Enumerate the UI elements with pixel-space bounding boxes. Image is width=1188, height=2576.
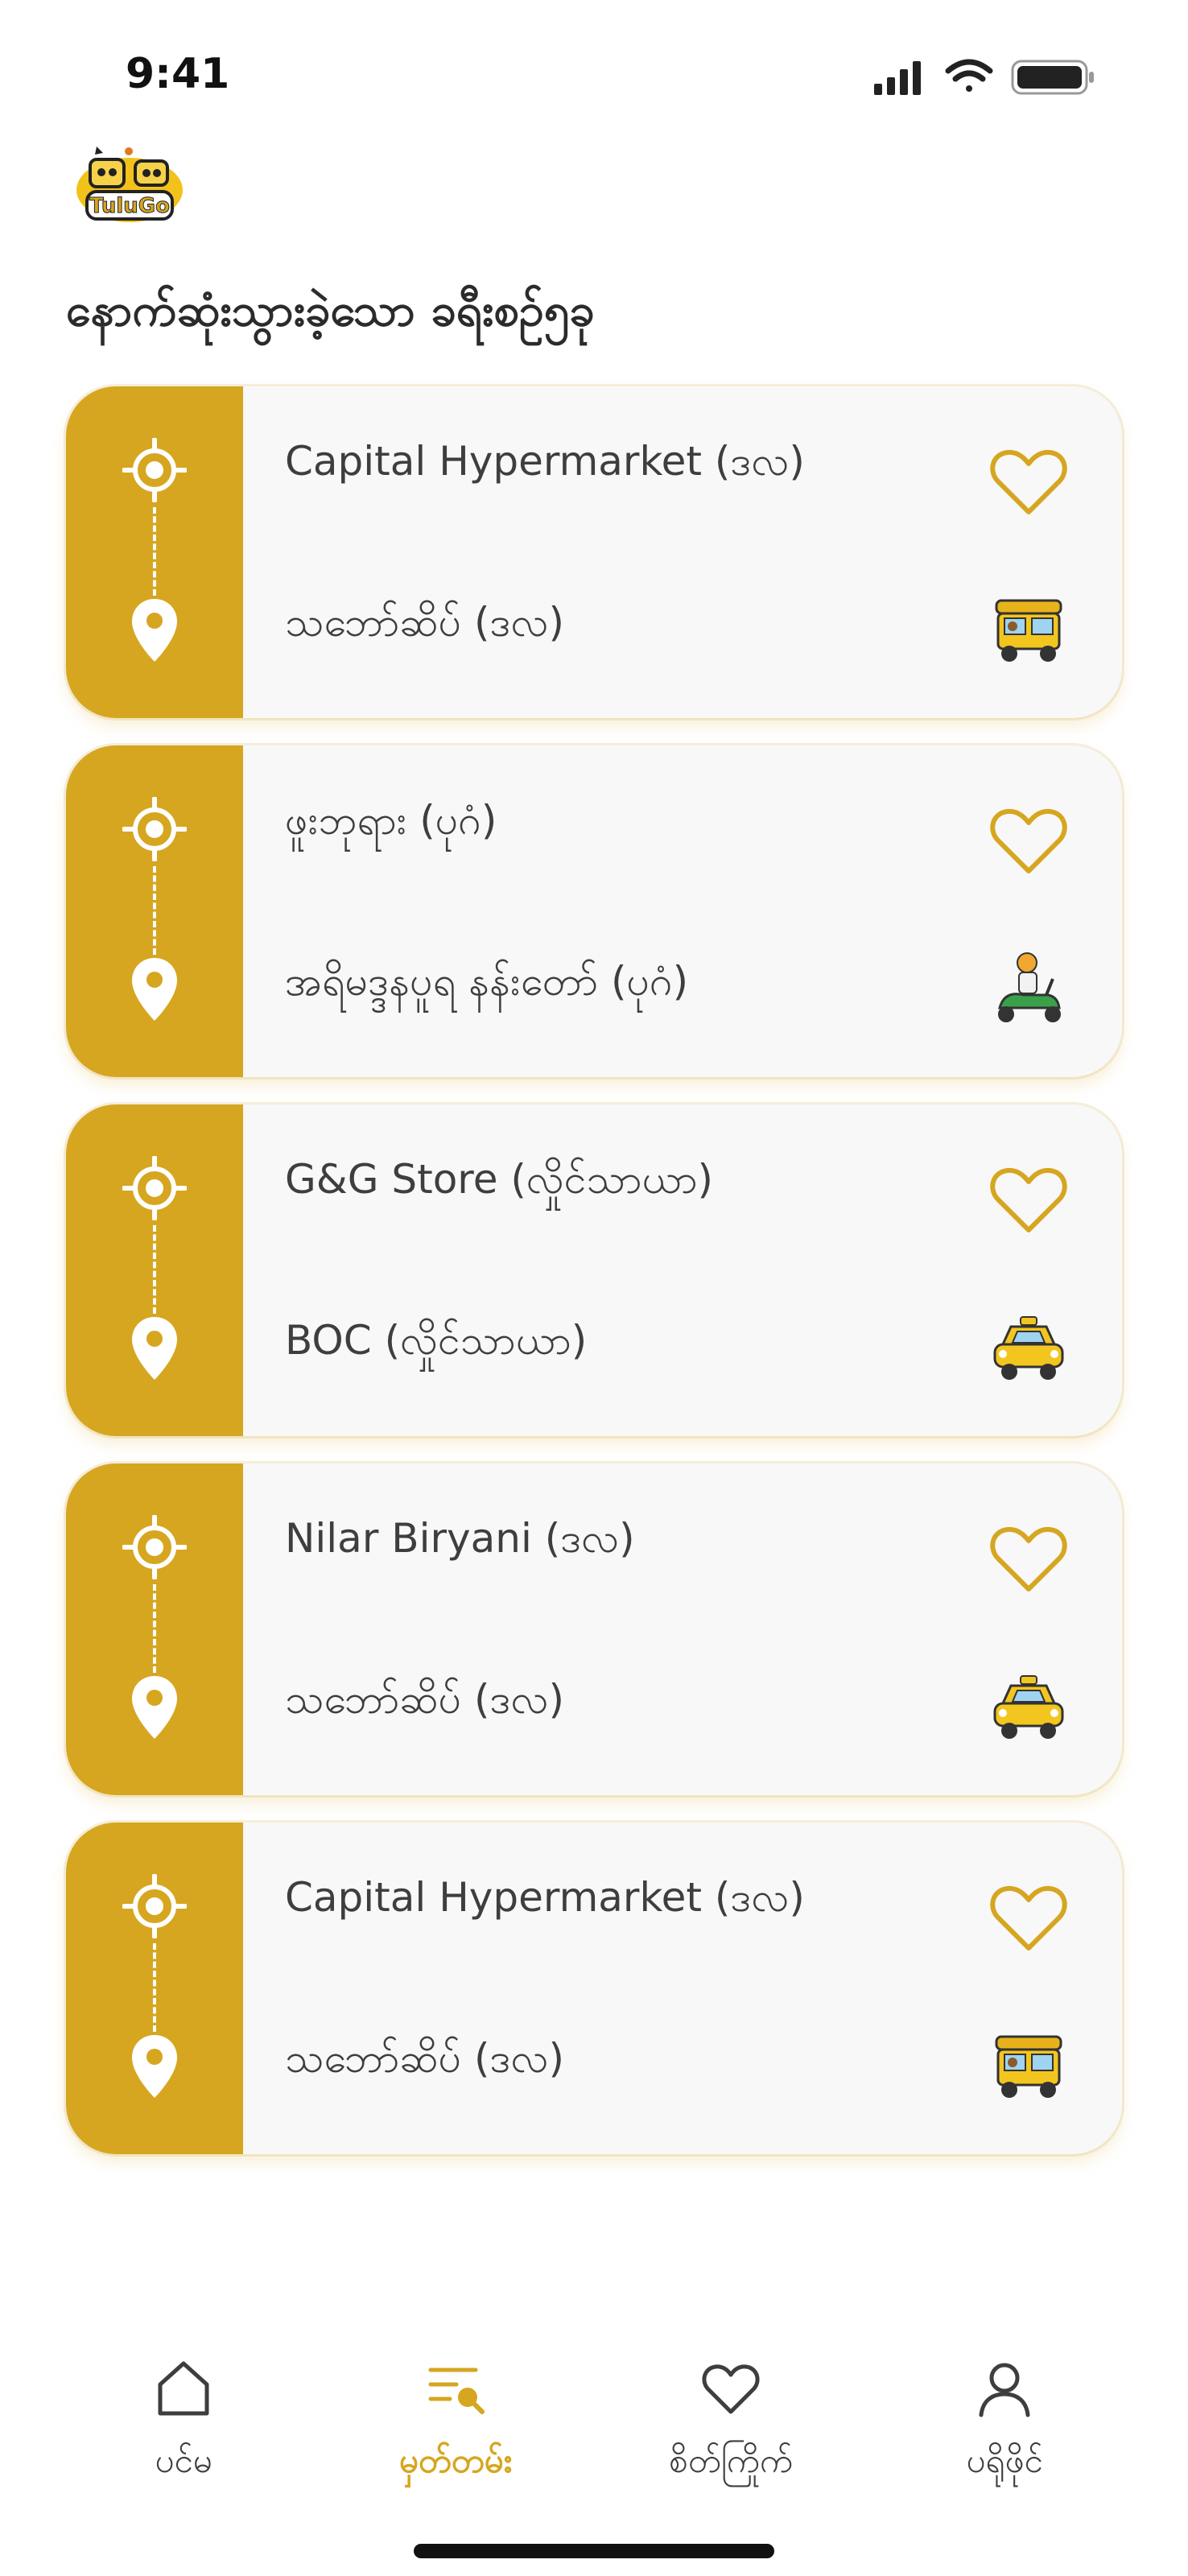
trip-origin: G&G Store (လှိုင်သာယာ) — [285, 1156, 714, 1203]
trip-card[interactable]: Nilar Biryani (ဒလ) သဘော်ဆိပ် (ဒလ) — [66, 1463, 1122, 1795]
nav-home-label: ပင်မ — [155, 2441, 212, 2480]
trip-card[interactable]: G&G Store (လှိုင်သာယာ) BOC (လှိုင်သာယာ) — [66, 1104, 1122, 1436]
trip-card[interactable]: Capital Hypermarket (ဒလ) သဘော်ဆိပ် (ဒလ) — [66, 386, 1122, 718]
heart-icon[interactable] — [990, 446, 1067, 517]
trip-destination: သဘော်ဆိပ် (ဒလ) — [285, 599, 564, 646]
trip-route-rail — [66, 1463, 243, 1795]
bottom-nav: ပင်မ မှတ်တမ်း စိတ်ကြိုက် ပရိုဖိုင် — [0, 2302, 1188, 2576]
nav-favorites-label: စိတ်ကြိုက် — [669, 2441, 793, 2480]
nav-profile[interactable]: ပရိုဖိုင် — [900, 2359, 1109, 2520]
origin-target-icon — [122, 438, 187, 502]
heart-icon[interactable] — [990, 805, 1067, 876]
scooter-rider-icon — [998, 952, 1061, 1022]
home-icon — [158, 2361, 209, 2416]
status-icons — [874, 59, 1094, 95]
user-icon — [979, 2363, 1030, 2417]
heart-icon[interactable] — [990, 1164, 1067, 1235]
tuk-tuk-icon — [995, 2035, 1062, 2098]
origin-target-icon — [122, 1156, 187, 1220]
trip-origin: Capital Hypermarket (ဒလ) — [285, 1874, 805, 1921]
battery-icon — [1011, 60, 1094, 95]
taxi-icon — [993, 1675, 1064, 1739]
route-dashed-line — [153, 1225, 156, 1314]
heart-icon[interactable] — [990, 1882, 1067, 1953]
trip-destination: အရိမဒ္ဒနပူရ နန်းတော် (ပုဂံ) — [285, 958, 689, 1005]
taxi-icon — [993, 1316, 1064, 1380]
heart-icon[interactable] — [990, 1523, 1067, 1594]
signal-icon — [874, 61, 921, 95]
page-title: နောက်ဆုံးသွားခဲ့သော ခရီးစဉ်၅ခု — [66, 284, 595, 336]
status-time: 9:41 — [126, 50, 230, 98]
destination-pin-icon — [132, 1317, 177, 1380]
trip-route-rail — [66, 1104, 243, 1436]
destination-pin-icon — [132, 599, 177, 662]
route-dashed-line — [153, 1584, 156, 1673]
history-search-icon — [428, 2368, 485, 2414]
trip-list: Capital Hypermarket (ဒလ) သဘော်ဆိပ် (ဒလ) — [66, 386, 1122, 2182]
origin-target-icon — [122, 797, 187, 861]
tulugo-logo: TuluGo — [76, 147, 183, 222]
trip-destination: သဘော်ဆိပ် (ဒလ) — [285, 1676, 564, 1723]
nav-profile-label: ပရိုဖိုင် — [966, 2441, 1043, 2480]
wifi-icon — [945, 59, 993, 92]
trip-destination: သဘော်ဆိပ် (ဒလ) — [285, 2035, 564, 2082]
route-dashed-line — [153, 507, 156, 596]
tuk-tuk-icon — [995, 599, 1062, 662]
heart-icon — [702, 2364, 760, 2414]
trip-origin: ဖူးဘုရား (ပုဂံ) — [285, 797, 497, 844]
origin-target-icon — [122, 1515, 187, 1579]
home-indicator — [414, 2544, 774, 2558]
trip-card[interactable]: ဖူးဘုရား (ပုဂံ) အရိမဒ္ဒနပူရ နန်းတော် (ပု… — [66, 745, 1122, 1077]
nav-records-label: မှတ်တမ်း — [398, 2441, 513, 2480]
destination-pin-icon — [132, 1676, 177, 1739]
origin-target-icon — [122, 1874, 187, 1938]
destination-pin-icon — [132, 958, 177, 1021]
svg-text:TuluGo: TuluGo — [89, 194, 170, 218]
nav-records[interactable]: မှတ်တမ်း — [351, 2359, 560, 2520]
destination-pin-icon — [132, 2035, 177, 2098]
nav-home[interactable]: ပင်မ — [79, 2359, 288, 2520]
trip-origin: Capital Hypermarket (ဒလ) — [285, 438, 805, 485]
route-dashed-line — [153, 1943, 156, 2032]
trip-destination: BOC (လှိုင်သာယာ) — [285, 1317, 588, 1364]
nav-favorites[interactable]: စိတ်ကြိုက် — [626, 2359, 835, 2520]
route-dashed-line — [153, 866, 156, 955]
trip-route-rail — [66, 745, 243, 1077]
trip-route-rail — [66, 386, 243, 718]
trip-card[interactable]: Capital Hypermarket (ဒလ) သဘော်ဆိပ် (ဒလ) — [66, 1823, 1122, 2154]
trip-route-rail — [66, 1823, 243, 2154]
status-bar: 9:41 — [0, 0, 1188, 153]
trip-origin: Nilar Biryani (ဒလ) — [285, 1515, 635, 1562]
